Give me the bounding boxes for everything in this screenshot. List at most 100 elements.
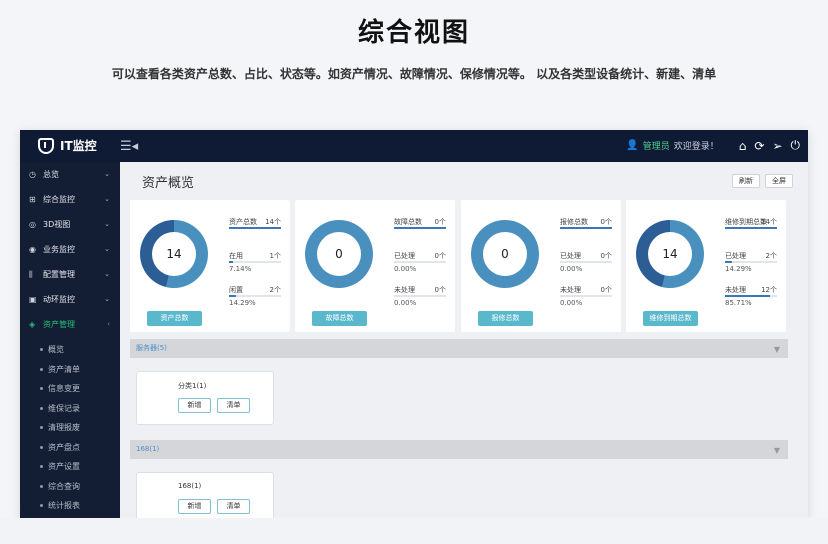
- stat-list: 报修总数 0个 已处理 0个 0.00% 未处理 0个 0.00%: [560, 217, 612, 319]
- sidebar-subitem[interactable]: 资产设置: [20, 457, 120, 477]
- card-total-button[interactable]: 故障总数: [312, 311, 367, 326]
- stat-percent: 14.29%: [229, 299, 256, 307]
- refresh-button[interactable]: 刷新: [732, 174, 760, 188]
- donut-chart: 0: [471, 220, 539, 288]
- brand-logo[interactable]: IT监控: [38, 137, 97, 154]
- sidebar-subitem-label: 资产设置: [48, 462, 80, 472]
- sidebar: ◷ 总览 ⌄ ⊞ 综合监控 ⌄ ◎ 3D视图 ⌄ ◉ 业务监控 ⌄ ⫼ 配置管理 ⌄ ▣ 动环监控 ⌄ ◈ 资产管理 ‹…: [20, 162, 120, 518]
- card-total-button[interactable]: 维修到期总数: [643, 311, 698, 326]
- stat-row: 维修到期总数 14个: [725, 217, 777, 251]
- fullscreen-button[interactable]: 全屏: [765, 174, 793, 188]
- stat-row: 已处理 0个 0.00%: [394, 251, 446, 285]
- stat-row: 在用 1个 7.14%: [229, 251, 281, 285]
- stat-percent: 7.14%: [229, 265, 252, 273]
- top-bar: IT监控 ☰◂ 👤 管理员 欢迎登录！ ⌂ ⟳ ➢ ⏻: [20, 130, 808, 162]
- collapse-triangle-icon[interactable]: ▼: [774, 340, 780, 359]
- stat-bar: [560, 295, 612, 297]
- sidebar-subitem[interactable]: 综合查询: [20, 477, 120, 497]
- sidebar-subitem[interactable]: 资产清单: [20, 360, 120, 380]
- refresh-icon[interactable]: ⟳: [754, 139, 764, 153]
- list-button[interactable]: 清单: [217, 398, 250, 413]
- sidebar-item[interactable]: ◈ 资产管理 ‹: [20, 312, 120, 337]
- sidebar-subitem[interactable]: 维保记录: [20, 399, 120, 419]
- card-total-button[interactable]: 资产总数: [147, 311, 202, 326]
- stat-row: 故障总数 0个: [394, 217, 446, 251]
- stat-row: 未处理 12个 85.71%: [725, 285, 777, 319]
- stat-bar: [229, 295, 281, 297]
- bullet-icon: [40, 387, 43, 391]
- stat-row: 未处理 0个 0.00%: [560, 285, 612, 319]
- bullet-icon: [40, 406, 43, 410]
- donut-chart: 14: [636, 220, 704, 288]
- chevron-down-icon: ⌄: [104, 195, 110, 203]
- home-icon[interactable]: ⌂: [739, 139, 747, 153]
- main-content: 资产概览 刷新 全屏 14 资产总数 14个 在用 1个 7.14% 闲置 2个 14.29% 资…: [120, 162, 808, 518]
- stat-card: 14 维修到期总数 14个 已处理 2个 14.29% 未处理 12个 85.71% 维修到期总数: [626, 200, 786, 332]
- stat-row: 报修总数 0个: [560, 217, 612, 251]
- stat-bar: [560, 261, 612, 263]
- stat-row: 资产总数 14个: [229, 217, 281, 251]
- sidebar-item[interactable]: ▣ 动环监控 ⌄: [20, 287, 120, 312]
- sidebar-subitem-label: 清理报废: [48, 423, 80, 433]
- sidebar-subitem-label: 综合查询: [48, 481, 80, 491]
- screen-icon: ▣: [29, 295, 37, 304]
- category-card: 168(1) 新增 清单: [136, 472, 274, 518]
- send-icon[interactable]: ➢: [772, 139, 782, 153]
- bullet-icon: [40, 445, 43, 449]
- chevron-left-icon: ‹: [107, 320, 110, 328]
- stat-count: 14个: [761, 218, 777, 226]
- stat-bar-fill: [725, 227, 777, 229]
- donut-chart: 0: [305, 220, 373, 288]
- category-name: 168(1): [178, 482, 202, 490]
- stat-row: 已处理 2个 14.29%: [725, 251, 777, 285]
- sidebar-item[interactable]: ◉ 业务监控 ⌄: [20, 237, 120, 262]
- sidebar-subitem[interactable]: 概览: [20, 340, 120, 360]
- bullet-icon: [40, 348, 43, 352]
- bullet-icon: [40, 465, 43, 469]
- card-total-button[interactable]: 报修总数: [478, 311, 533, 326]
- sidebar-item[interactable]: ⊞ 综合监控 ⌄: [20, 187, 120, 212]
- collapse-triangle-icon[interactable]: ▼: [774, 441, 780, 460]
- donut-chart: 14: [140, 220, 208, 288]
- stat-percent: 0.00%: [560, 265, 583, 273]
- sidebar-item[interactable]: ◷ 总览 ⌄: [20, 162, 120, 187]
- stat-label: 资产总数: [229, 218, 257, 226]
- monitor-plus-icon: ⊞: [29, 195, 36, 204]
- stat-card: 0 报修总数 0个 已处理 0个 0.00% 未处理 0个 0.00% 报修总数: [461, 200, 621, 332]
- sidebar-subitem[interactable]: 信息变更: [20, 379, 120, 399]
- power-icon[interactable]: ⏻: [791, 138, 801, 153]
- sidebar-subitem-label: 信息变更: [48, 384, 80, 394]
- stat-count: 0个: [600, 218, 612, 226]
- stat-bar-fill: [229, 295, 237, 297]
- add-button[interactable]: 新增: [178, 499, 211, 514]
- sidebar-item[interactable]: ◎ 3D视图 ⌄: [20, 212, 120, 237]
- sidebar-subitem[interactable]: 资产盘点: [20, 438, 120, 458]
- sidebar-subitem-label: 统计报表: [48, 501, 80, 511]
- chevron-down-icon: ⌄: [104, 245, 110, 253]
- sidebar-subitem[interactable]: 清理报废: [20, 418, 120, 438]
- section-header[interactable]: 168(1) ▼: [130, 440, 788, 459]
- sidebar-subitem[interactable]: 统计报表: [20, 496, 120, 516]
- menu-toggle-icon[interactable]: ☰◂: [120, 139, 138, 154]
- app-window: IT监控 ☰◂ 👤 管理员 欢迎登录！ ⌂ ⟳ ➢ ⏻ ◷ 总览 ⌄ ⊞ 综合监控 ⌄ ◎ 3…: [20, 130, 808, 518]
- user-name[interactable]: 管理员: [643, 139, 670, 152]
- stat-percent: 0.00%: [394, 265, 417, 273]
- chevron-down-icon: ⌄: [104, 270, 110, 278]
- stat-label: 闲置: [229, 286, 243, 294]
- stat-row: 闲置 2个 14.29%: [229, 285, 281, 319]
- stat-bar: [394, 295, 446, 297]
- list-button[interactable]: 清单: [217, 499, 250, 514]
- sidebar-subitem-label: 资产清单: [48, 364, 80, 374]
- sidebar-item-label: 3D视图: [43, 220, 71, 229]
- stat-label: 未处理: [725, 286, 746, 294]
- section-header[interactable]: 服务器(5) ▼: [130, 339, 788, 358]
- sidebar-item-label: 资产管理: [43, 320, 75, 329]
- section-title: 168(1): [136, 445, 160, 453]
- sidebar-subitem-label: 概览: [48, 345, 64, 355]
- clock-icon: ◷: [29, 170, 36, 179]
- sidebar-item[interactable]: ⫼ 配置管理 ⌄: [20, 262, 120, 287]
- category-name: 分类1(1): [178, 382, 207, 390]
- page-title: 资产概览: [142, 176, 195, 191]
- chevron-down-icon: ⌄: [104, 220, 110, 228]
- add-button[interactable]: 新增: [178, 398, 211, 413]
